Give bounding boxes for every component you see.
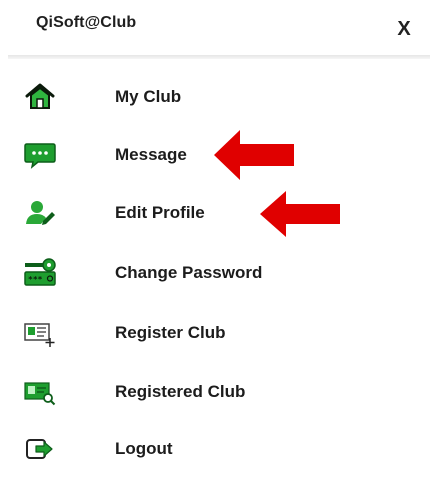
header-divider xyxy=(8,55,430,59)
menu-item-registered-club[interactable]: Registered Club xyxy=(0,363,430,421)
menu-item-label: Register Club xyxy=(115,323,226,342)
red-arrow-icon xyxy=(260,191,340,237)
menu-item-label: Logout xyxy=(115,439,173,458)
user-edit-icon xyxy=(24,197,56,229)
id-card-add-icon xyxy=(24,317,56,349)
close-button[interactable]: X xyxy=(390,15,418,43)
menu-item-label: Edit Profile xyxy=(115,203,205,222)
menu-item-label: Registered Club xyxy=(115,382,246,401)
drawer-header: QiSoft@Club X xyxy=(0,0,430,56)
menu-item-label: My Club xyxy=(115,87,182,106)
menu-item-logout[interactable]: Logout xyxy=(0,420,430,478)
menu-item-register-club[interactable]: Register Club xyxy=(0,304,430,362)
key-password-icon: *** xyxy=(24,257,56,289)
menu-item-change-password[interactable]: *** Change Password xyxy=(0,244,430,302)
menu-item-my-club[interactable]: My Club xyxy=(0,68,430,126)
svg-text:***: *** xyxy=(28,275,43,284)
red-arrow-icon xyxy=(214,130,294,180)
app-title: QiSoft@Club xyxy=(36,14,137,31)
chat-bubble-icon xyxy=(24,139,56,171)
logout-icon xyxy=(24,433,56,465)
menu-item-label: Message xyxy=(115,145,187,164)
id-card-search-icon xyxy=(24,376,56,408)
home-icon xyxy=(24,81,56,113)
menu-item-edit-profile[interactable]: Edit Profile xyxy=(0,184,430,242)
menu-item-label: Change Password xyxy=(115,263,263,282)
